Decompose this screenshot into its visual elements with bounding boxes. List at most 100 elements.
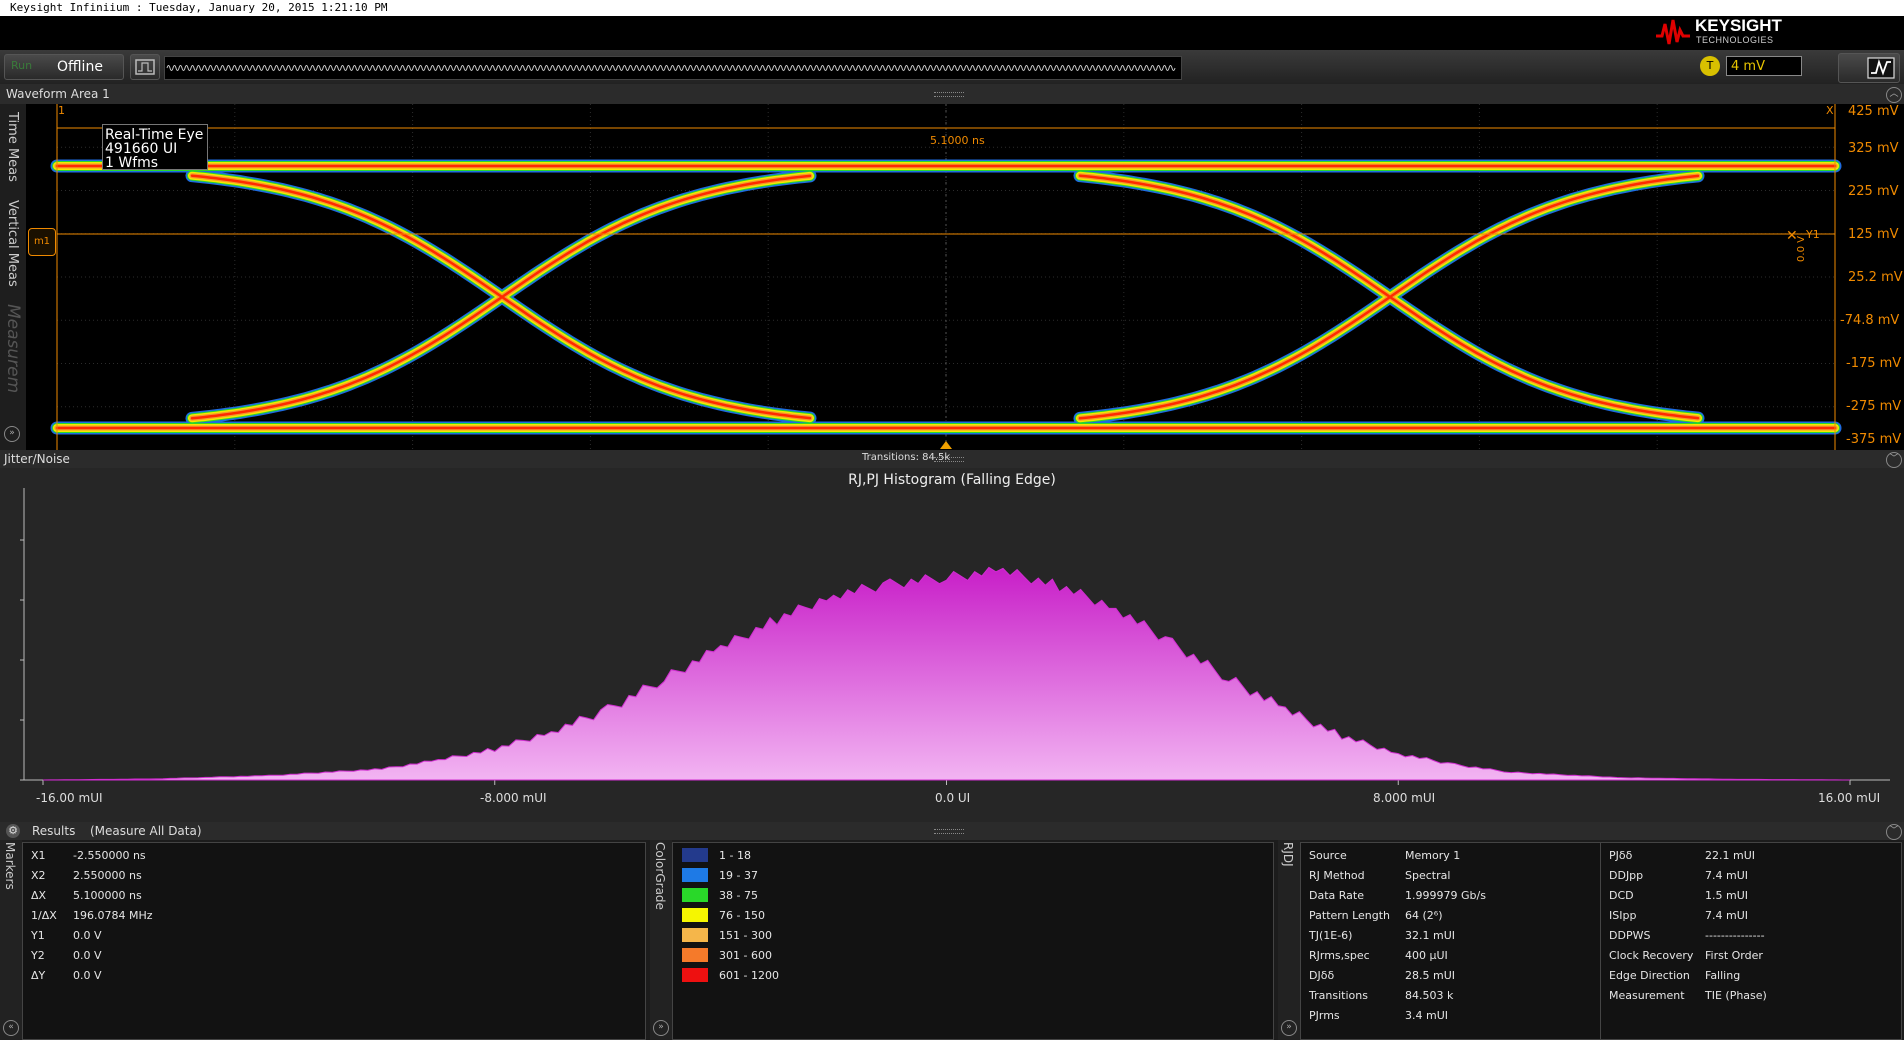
result-label: Transitions [1309,989,1368,1002]
result-value: 7.4 mUI [1705,869,1749,882]
brand-name: KEYSIGHT [1695,16,1782,35]
brand-bar: KEYSIGHT TECHNOLOGIES [0,16,1904,50]
collapse-down-icon[interactable]: ﹀ [1886,824,1902,840]
colorgrade-range: 151 - 300 [719,929,772,942]
histogram-area [42,566,1850,781]
resize-grip-icon[interactable] [934,829,964,834]
colorgrade-results: 1 - 18 19 - 37 38 - 75 76 - 150 151 - 300 301… [672,842,1274,1040]
auto-scale-button[interactable] [1838,53,1900,83]
x-tick-label: 0.0 UI [935,791,971,805]
result-label: Pattern Length [1309,909,1391,922]
result-label: X2 [31,869,46,882]
jitter-noise-header: Jitter/Noise ﹀ [0,450,1904,468]
y-axis-labels: 425 mV 325 mV 225 mV 125 mV 25.2 mV -74.… [1836,104,1904,450]
result-value: 5.100000 ns [73,889,142,902]
trigger-position-icon[interactable] [940,441,952,449]
results-settings-gear-icon[interactable]: ⚙ [6,824,20,838]
histogram-chart[interactable] [0,468,1904,822]
result-label: Source [1309,849,1347,862]
colorgrade-range: 601 - 1200 [719,969,779,982]
result-label: RJ Method [1309,869,1365,882]
histogram-annotation: Transitions: 84.5k [862,452,951,463]
collapse-up-icon[interactable]: ︿ [1886,87,1902,103]
y-label: -175 mV [1846,356,1902,371]
marker-x1-label: 1 [58,104,65,117]
colorgrade-range: 19 - 37 [719,869,758,882]
colorgrade-swatch [681,947,709,963]
result-label: ISIpp [1609,909,1637,922]
result-value: 400 µUI [1405,949,1448,962]
trigger-level-control[interactable]: T 4 mV [1700,56,1804,78]
result-label: X1 [31,849,46,862]
result-label: Data Rate [1309,889,1364,902]
result-value: TIE (Phase) [1705,989,1767,1002]
colorgrade-tab[interactable]: ColorGrade » [650,840,672,1040]
trigger-level-field[interactable]: 4 mV [1726,56,1802,76]
y-label: -74.8 mV [1840,313,1900,328]
run-stop-button[interactable]: Run Offline [4,54,124,80]
y-label: 225 mV [1848,184,1899,199]
result-label: DJδδ [1309,969,1335,982]
colorgrade-swatch [681,867,709,883]
collapse-down-icon[interactable]: ﹀ [1886,452,1902,468]
eye-waveform-count: 1 Wfms [105,155,159,171]
result-value: 196.0784 MHz [73,909,153,922]
single-shot-icon [135,59,155,75]
result-value: Falling [1705,969,1741,982]
eye-diagram-canvas[interactable] [0,104,1904,450]
result-value: First Order [1705,949,1763,962]
y-label: 325 mV [1848,141,1899,156]
result-label: Y2 [31,949,45,962]
colorgrade-swatch [681,907,709,923]
single-acquire-button[interactable] [130,54,160,80]
toolbar: Run Offline T 4 mV [0,50,1904,85]
acquisition-status: Offline [57,59,103,75]
waveform-area-title: Waveform Area 1 [6,87,110,101]
colorgrade-range: 76 - 150 [719,909,765,922]
rjdj-tab[interactable]: RJDJ » [1278,840,1300,1040]
run-label: Run [11,59,33,72]
markers-tab[interactable]: Markers « [0,840,22,1040]
result-value: 32.1 mUI [1405,929,1455,942]
result-value: 3.4 mUI [1405,1009,1449,1022]
result-value: 64 (2⁶) [1405,909,1443,922]
eye-mode: Real-Time Eye [105,127,204,143]
keysight-logo: KEYSIGHT TECHNOLOGIES [1655,16,1895,50]
waveform-area: Time Meas Vertical Meas Measurem » 1 X 5… [0,104,1904,450]
colorgrade-swatch [681,847,709,863]
results-title: Results [32,824,76,838]
result-label: Measurement [1609,989,1685,1002]
result-label: RJrms,spec [1309,949,1370,962]
histogram-panel: RJ,PJ Histogram (Falling Edge) Transitio… [0,452,1904,822]
colorgrade-tab-label: ColorGrade [653,842,667,910]
y-marker-value: 0.0 V [1796,236,1807,262]
eye-ui-count: 491660 UI [105,141,178,157]
overview-waveform-icon [166,65,1176,71]
rjdj-results-right: PJδδ 22.1 mUI DDJpp 7.4 mUI DCD 1.5 mUI ISIpp 7… [1600,842,1902,1040]
y-label: 25.2 mV [1848,270,1903,285]
brand-subtitle: TECHNOLOGIES [1696,35,1774,45]
expand-markers-icon[interactable]: « [3,1020,19,1036]
result-label: PJrms [1309,1009,1340,1022]
marker-x2-label: X [1826,104,1834,117]
rjdj-results-left: Source Memory 1 RJ Method Spectral Data Rate… [1300,842,1602,1040]
keysight-wave-icon [1656,19,1690,45]
resize-grip-icon[interactable] [934,92,964,97]
result-value: 1.999979 Gb/s [1405,889,1486,902]
eye-info-box: Real-Time Eye 491660 UI 1 Wfms [102,124,208,170]
expand-colorgrade-icon[interactable]: » [653,1020,669,1036]
waveform-overview[interactable] [164,56,1182,80]
markers-results: X1 -2.550000 ns X2 2.550000 ns ΔX 5.100000 ns… [22,842,646,1040]
y-label: -375 mV [1846,432,1902,447]
delta-x-label: 5.1000 ns [930,134,985,147]
y-label: -275 mV [1846,399,1902,414]
window-title-bar: Keysight Infiniium : Tuesday, January 20… [0,0,1904,16]
result-value: 2.550000 ns [73,869,142,882]
channel-m1-marker[interactable]: m1 [28,228,56,256]
results-header: ⚙ Results (Measure All Data) ﹀ [0,822,1904,840]
result-value: 1.5 mUI [1705,889,1749,902]
expand-rjdj-icon[interactable]: » [1281,1020,1297,1036]
autoscale-icon [1867,57,1895,79]
waveform-area-header: Waveform Area 1 ︿ [0,84,1904,104]
colorgrade-swatch [681,967,709,983]
